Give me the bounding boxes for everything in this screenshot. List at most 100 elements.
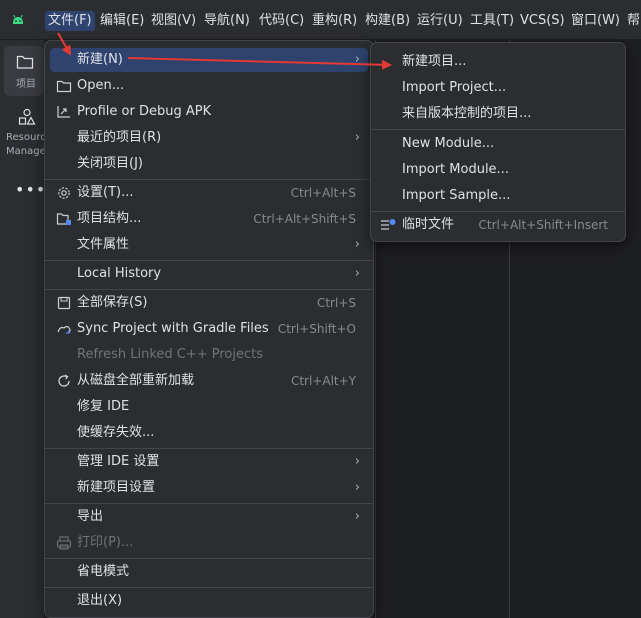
menu-item-local-history[interactable]: Local History › (50, 262, 368, 286)
menu-item-label: Import Project... (402, 80, 507, 95)
menu-item-label: 新建项目设置 (77, 480, 156, 495)
menu-edit[interactable]: 编辑(E) (97, 11, 147, 31)
menu-refactor[interactable]: 重构(R) (309, 11, 360, 31)
menu-tools[interactable]: 工具(T) (467, 11, 517, 31)
menu-item-label: 修复 IDE (77, 399, 130, 414)
shortcut-label: Ctrl+S (316, 296, 356, 310)
menu-item-project-structure[interactable]: 项目结构... Ctrl+Alt+Shift+S (50, 207, 368, 231)
android-logo-icon[interactable] (11, 13, 25, 25)
menu-separator (45, 260, 373, 261)
menu-item-label: 临时文件 (402, 217, 455, 232)
menu-separator (45, 558, 373, 559)
project-structure-icon (56, 213, 71, 225)
menu-item-profile-debug-apk[interactable]: Profile or Debug APK (50, 100, 368, 124)
shortcut-label: Ctrl+Alt+S (290, 186, 356, 200)
menu-item-label: 关闭项目(J) (77, 156, 143, 171)
new-submenu: 新建项目... Import Project... 来自版本控制的项目... N… (370, 42, 626, 242)
menu-item-file-properties[interactable]: 文件属性 › (50, 233, 368, 257)
menu-item-label: 导出 (77, 509, 104, 524)
menu-item-sync-gradle[interactable]: Sync Project with Gradle Files Ctrl+Shif… (50, 317, 368, 341)
menu-item-label: 项目结构... (77, 211, 142, 226)
menu-item-power-save-mode[interactable]: 省电模式 (50, 560, 368, 584)
menu-item-refresh-cpp[interactable]: Refresh Linked C++ Projects (50, 343, 368, 367)
folder-icon (56, 80, 72, 93)
menu-item-open[interactable]: Open... (50, 74, 368, 98)
menu-item-label: 退出(X) (77, 593, 123, 608)
menu-item-label: Refresh Linked C++ Projects (77, 347, 264, 362)
save-icon (57, 296, 71, 310)
project-tool-label: 项目 (16, 79, 36, 90)
menu-item-label: Sync Project with Gradle Files (77, 321, 269, 336)
folder-icon (16, 55, 34, 69)
menu-item-close-project[interactable]: 关闭项目(J) (50, 152, 368, 176)
menu-item-settings[interactable]: 设置(T)... Ctrl+Alt+S (50, 181, 368, 205)
gradle-sync-icon (57, 325, 71, 334)
menu-separator (45, 289, 373, 290)
menu-item-label: 从磁盘全部重新加载 (77, 373, 195, 388)
gear-icon (58, 187, 70, 199)
menu-item-label: 管理 IDE 设置 (77, 454, 160, 469)
shortcut-label: Ctrl+Alt+Y (290, 374, 356, 388)
resource-manager-icon (18, 108, 36, 125)
shortcut-label: Ctrl+Shift+O (277, 322, 356, 336)
menu-item-exit[interactable]: 退出(X) (50, 589, 368, 613)
submenu-item-import-module[interactable]: Import Module... (376, 158, 620, 182)
menu-item-label: New Module... (402, 136, 495, 151)
menu-item-label: 打印(P)... (77, 535, 134, 550)
menu-item-invalidate-caches[interactable]: 使缓存失效... (50, 421, 368, 445)
menu-separator (371, 129, 625, 130)
menu-item-label: Local History (77, 266, 162, 281)
menu-file[interactable]: 文件(F) (45, 11, 95, 31)
menu-item-reload-from-disk[interactable]: 从磁盘全部重新加载 Ctrl+Alt+Y (50, 369, 368, 393)
submenu-item-import-sample[interactable]: Import Sample... (376, 184, 620, 208)
menu-item-export[interactable]: 导出 › (50, 505, 368, 529)
submenu-arrow-icon: › (354, 480, 360, 495)
menu-view[interactable]: 视图(V) (148, 11, 199, 31)
menu-item-label: Import Module... (402, 162, 509, 177)
menu-item-new-project-settings[interactable]: 新建项目设置 › (50, 476, 368, 500)
more-tools-icon[interactable]: ••• (15, 180, 46, 199)
submenu-arrow-icon: › (354, 52, 360, 67)
submenu-item-new-module[interactable]: New Module... (376, 132, 620, 156)
menu-item-recent-projects[interactable]: 最近的项目(R) › (50, 126, 368, 150)
menu-vcs[interactable]: VCS(S) (517, 11, 568, 31)
shortcut-label: Ctrl+Alt+Shift+S (253, 212, 356, 226)
menu-help[interactable]: 帮 (624, 11, 641, 31)
menu-separator (45, 448, 373, 449)
menu-item-manage-ide-settings[interactable]: 管理 IDE 设置 › (50, 450, 368, 474)
menu-item-label: 来自版本控制的项目... (402, 106, 532, 121)
menu-navigate[interactable]: 导航(N) (201, 11, 253, 31)
menu-item-label: 新建(N) (77, 52, 123, 67)
menu-code[interactable]: 代码(C) (256, 11, 307, 31)
menu-item-label: Open... (77, 78, 125, 93)
menu-item-repair-ide[interactable]: 修复 IDE (50, 395, 368, 419)
submenu-item-import-project[interactable]: Import Project... (376, 76, 620, 100)
submenu-item-project-from-vcs[interactable]: 来自版本控制的项目... (376, 102, 620, 126)
menu-separator (45, 587, 373, 588)
menu-bar: 文件(F) 编辑(E) 视图(V) 导航(N) 代码(C) 重构(R) 构建(B… (0, 0, 641, 40)
menu-window[interactable]: 窗口(W) (568, 11, 623, 31)
menu-run[interactable]: 运行(U) (414, 11, 466, 31)
shortcut-label: Ctrl+Alt+Shift+Insert (478, 218, 608, 232)
submenu-arrow-icon: › (354, 509, 360, 524)
menu-separator (371, 211, 625, 212)
menu-item-label: 设置(T)... (77, 185, 134, 200)
menu-item-label: 全部保存(S) (77, 295, 148, 310)
submenu-arrow-icon: › (354, 130, 360, 145)
submenu-arrow-icon: › (354, 237, 360, 252)
menu-item-new[interactable]: 新建(N) › (50, 48, 368, 72)
tool-window-bar: 项目 Resourc Manage ••• (0, 40, 46, 618)
reload-icon (58, 374, 70, 387)
menu-item-print[interactable]: 打印(P)... (50, 531, 368, 555)
submenu-item-new-project[interactable]: 新建项目... (376, 50, 620, 74)
menu-build[interactable]: 构建(B) (362, 11, 413, 31)
menu-item-label: 使缓存失效... (77, 425, 155, 440)
scratch-file-icon (381, 219, 396, 230)
resource-tool-label-line1: Resourc (6, 132, 46, 143)
printer-icon (56, 536, 72, 550)
submenu-item-scratch-file[interactable]: 临时文件 Ctrl+Alt+Shift+Insert (376, 213, 620, 237)
submenu-arrow-icon: › (354, 454, 360, 469)
menu-item-label: 新建项目... (402, 54, 467, 69)
menu-item-save-all[interactable]: 全部保存(S) Ctrl+S (50, 291, 368, 315)
menu-item-label: Import Sample... (402, 188, 511, 203)
